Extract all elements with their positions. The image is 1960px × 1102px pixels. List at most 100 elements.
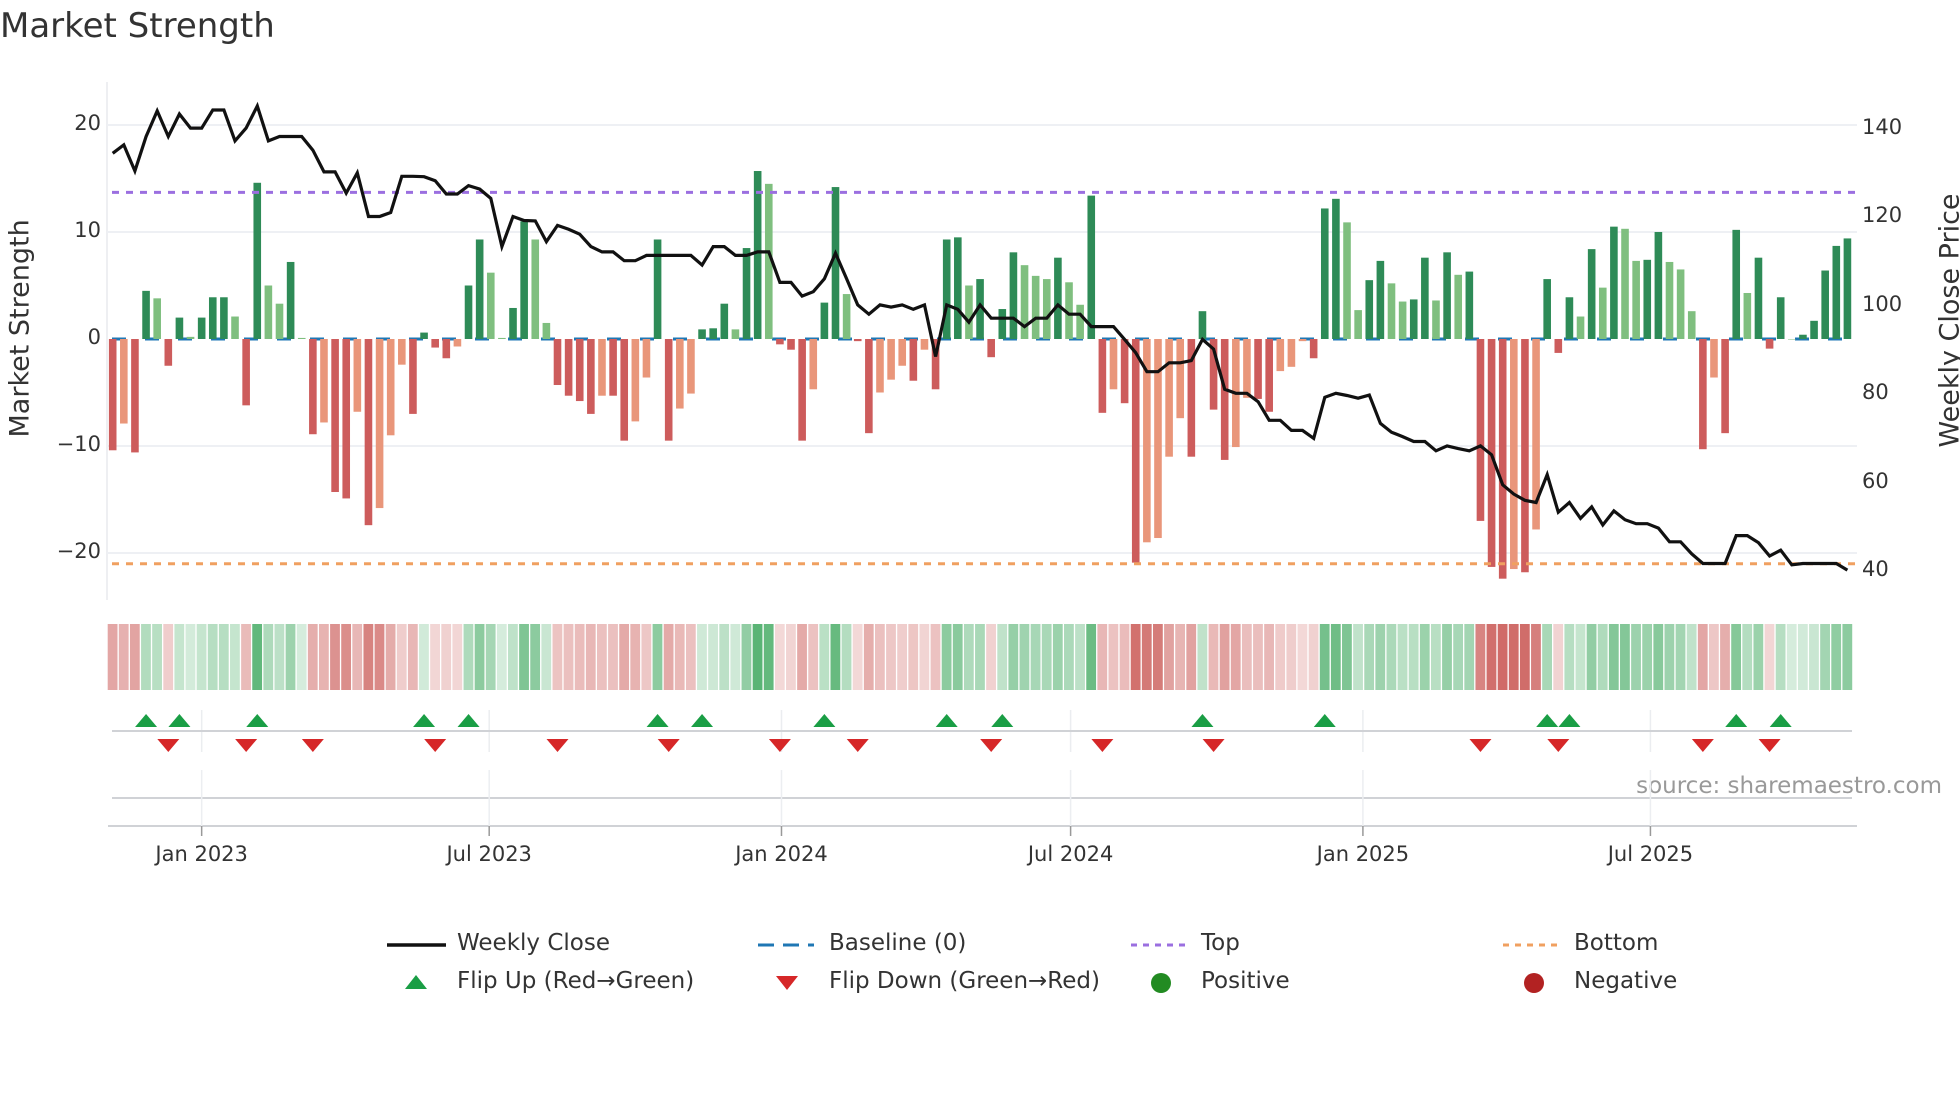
strength-bar <box>1309 339 1318 359</box>
heat-strip-cell <box>163 624 174 690</box>
heat-strip-cell <box>508 624 518 690</box>
strength-bar <box>820 302 829 339</box>
heat-strip-cell <box>1764 624 1775 690</box>
heat-strip-cell <box>285 624 296 690</box>
strength-bar <box>253 182 262 339</box>
heat-strip-cell <box>1141 624 1152 690</box>
legend-negative-label: Negative <box>1574 968 1678 994</box>
heat-strip-cell <box>774 624 785 690</box>
heat-strip-cell <box>786 624 796 690</box>
heat-strip-cell <box>1175 624 1186 690</box>
strength-bar <box>1565 297 1574 339</box>
heat-strip-cell <box>430 624 440 690</box>
strength-bar <box>1543 279 1551 339</box>
strength-bar <box>1254 339 1262 399</box>
strength-bar <box>1343 222 1351 339</box>
strength-bar <box>809 339 818 390</box>
heat-strip-cell <box>252 624 263 690</box>
market-strength-chart <box>106 82 1857 993</box>
strength-bar <box>1076 304 1084 339</box>
strength-bar <box>464 285 473 339</box>
legend-top-label: Top <box>1201 930 1240 956</box>
heat-strip-cell <box>663 624 674 690</box>
strength-bar <box>509 307 517 339</box>
strength-bar <box>1276 339 1285 372</box>
legend-positive-label: Positive <box>1201 968 1290 994</box>
heat-strip-cell <box>1575 624 1586 690</box>
flip-down-marker <box>301 739 324 752</box>
strength-bar <box>1320 208 1329 339</box>
strength-bar <box>164 339 173 366</box>
heat-strip-cell <box>1241 624 1252 690</box>
strength-bar <box>520 221 528 339</box>
strength-bar <box>1765 339 1774 349</box>
strength-bar <box>1721 339 1729 434</box>
heat-strip-cell <box>530 624 541 690</box>
strength-bar <box>853 339 862 342</box>
heat-strip-cell <box>485 624 496 690</box>
heat-strip-cell <box>841 624 852 690</box>
heat-strip-cell <box>1786 624 1797 690</box>
heat-strip-cell <box>1397 624 1408 690</box>
strength-bar <box>297 337 306 339</box>
y-tick-label: −20 <box>56 539 101 563</box>
flip-down-marker <box>235 739 258 752</box>
heat-strip-cell <box>1742 624 1753 690</box>
heat-strip-cell <box>207 624 218 690</box>
heat-strip-cell <box>952 624 963 690</box>
heat-strip-cell <box>1052 624 1063 690</box>
strength-bar <box>1120 339 1129 404</box>
heat-strip-cell <box>1075 624 1085 690</box>
strength-bar <box>742 248 751 339</box>
heat-strip-cell <box>1564 624 1575 690</box>
heat-strip-cell <box>541 624 552 690</box>
flip-up-marker <box>135 714 158 727</box>
strength-bar <box>175 317 184 339</box>
heat-strip-cell <box>1219 624 1230 690</box>
legend-negative-icon <box>1524 973 1544 993</box>
heat-strip-cell <box>1775 624 1786 690</box>
heat-strip-cell <box>1731 624 1742 690</box>
strength-bar <box>1598 287 1607 339</box>
heat-strip-cell <box>874 624 885 690</box>
heat-strip-cell <box>474 624 485 690</box>
strength-bar <box>264 285 273 339</box>
strength-bar <box>275 303 284 339</box>
strength-bar <box>1821 270 1829 339</box>
flip-up-marker <box>691 714 714 727</box>
y-tick-label: 20 <box>74 111 101 135</box>
heat-strip-cell <box>1353 624 1363 690</box>
heat-strip-cell <box>1653 624 1664 690</box>
strength-bar <box>386 339 395 436</box>
strength-bar <box>898 339 907 366</box>
heat-strip-cell <box>152 624 162 690</box>
strength-bar <box>642 339 651 378</box>
flip-down-marker <box>1547 739 1570 752</box>
strength-bar <box>1587 249 1596 339</box>
flip-down-marker <box>1202 739 1225 752</box>
heat-strip-cell <box>1664 624 1675 690</box>
strength-bar <box>687 339 695 394</box>
strength-bar <box>153 298 161 339</box>
strength-bar <box>320 339 328 423</box>
heat-strip-cell <box>1442 624 1452 690</box>
flip-down-marker <box>1691 739 1714 752</box>
legend-positive-icon <box>1151 973 1171 993</box>
heat-strip-cell <box>1408 624 1419 690</box>
strength-bar <box>1098 339 1107 413</box>
heat-strip-cell <box>763 624 774 690</box>
heat-strip-cell <box>1797 624 1808 690</box>
strength-bar <box>1621 228 1629 339</box>
heat-strip-cell <box>1108 624 1119 690</box>
strength-bar <box>1554 339 1563 353</box>
strength-bar <box>1665 261 1674 339</box>
heat-strip-cell <box>863 624 874 690</box>
heat-strip-cell <box>897 624 908 690</box>
heat-strip-cell <box>808 624 819 690</box>
strength-bar <box>1776 297 1785 339</box>
heat-strip-cell <box>1197 624 1208 690</box>
y2-tick-label: 80 <box>1862 380 1889 405</box>
heat-strip-cell <box>674 624 685 690</box>
heat-strip-cell <box>1531 624 1541 690</box>
strength-bar <box>1632 260 1640 339</box>
